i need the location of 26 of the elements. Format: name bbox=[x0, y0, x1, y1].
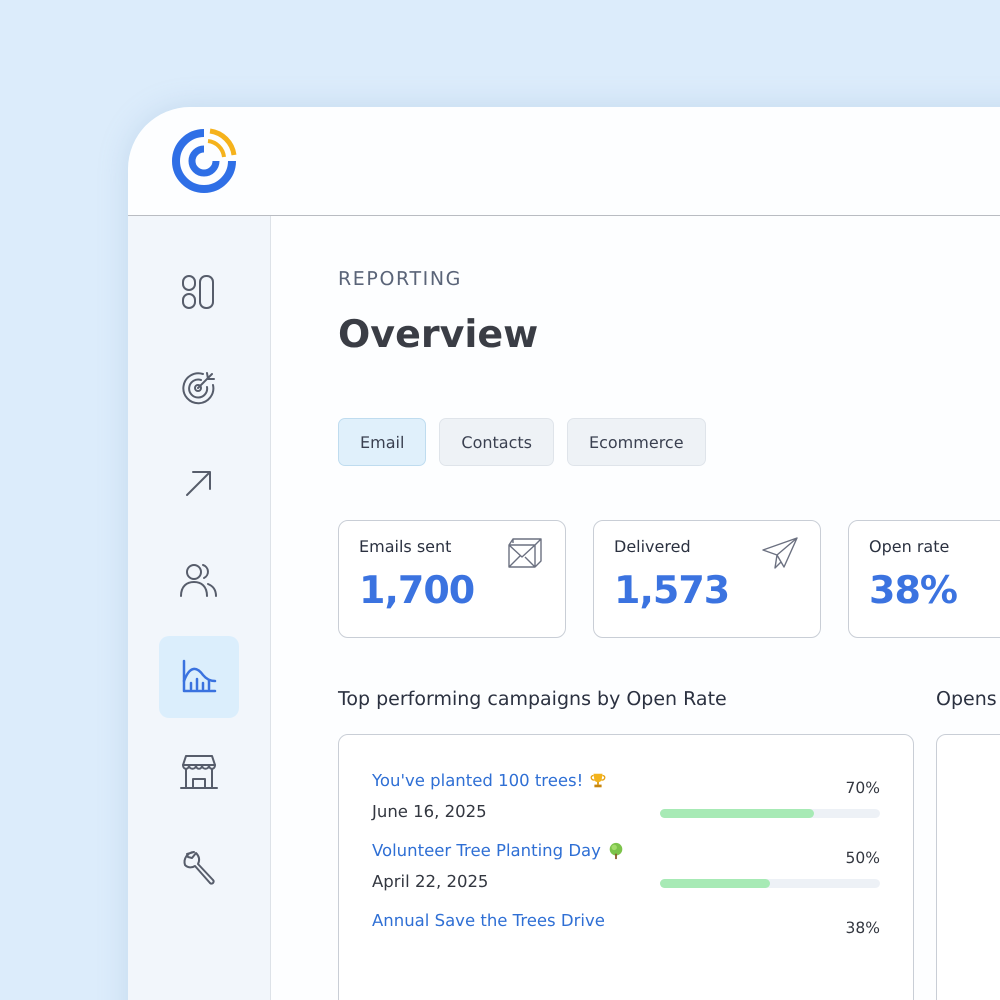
open-rate-value: 70% bbox=[846, 779, 880, 797]
stat-value: 1,573 bbox=[614, 568, 730, 612]
page-title: Overview bbox=[338, 312, 540, 356]
tab[interactable]: Ecommerce bbox=[566, 418, 706, 466]
sidebar-item[interactable] bbox=[159, 636, 239, 718]
stat-value: 38% bbox=[869, 568, 958, 612]
stat-label: Open rate bbox=[869, 537, 950, 556]
open-rate-value: 38% bbox=[846, 919, 880, 937]
panel-title: Opens bbox=[936, 688, 998, 710]
open-rate-value: 50% bbox=[846, 849, 880, 867]
paper-plane-icon bbox=[760, 535, 800, 571]
stat-value: 1,700 bbox=[359, 568, 476, 612]
campaign-link[interactable]: Annual Save the Trees Drive bbox=[372, 911, 605, 930]
tab[interactable]: Contacts bbox=[439, 418, 554, 466]
panel-title: Top performing campaigns by Open Rate bbox=[338, 688, 728, 710]
tree-icon bbox=[606, 842, 625, 860]
campaign-link[interactable]: Volunteer Tree Planting Day bbox=[372, 841, 601, 860]
campaign-date: April 22, 2025 bbox=[372, 872, 490, 891]
campaign-date: June 16, 2025 bbox=[372, 802, 488, 821]
campaign-link[interactable]: You've planted 100 trees! bbox=[372, 771, 584, 790]
tab[interactable]: Email bbox=[338, 418, 426, 466]
trophy-icon bbox=[589, 772, 608, 790]
section-label: REPORTING bbox=[338, 268, 463, 290]
logo-icon[interactable] bbox=[170, 127, 238, 195]
stat-label: Emails sent bbox=[359, 537, 452, 556]
stat-label: Delivered bbox=[614, 537, 691, 556]
